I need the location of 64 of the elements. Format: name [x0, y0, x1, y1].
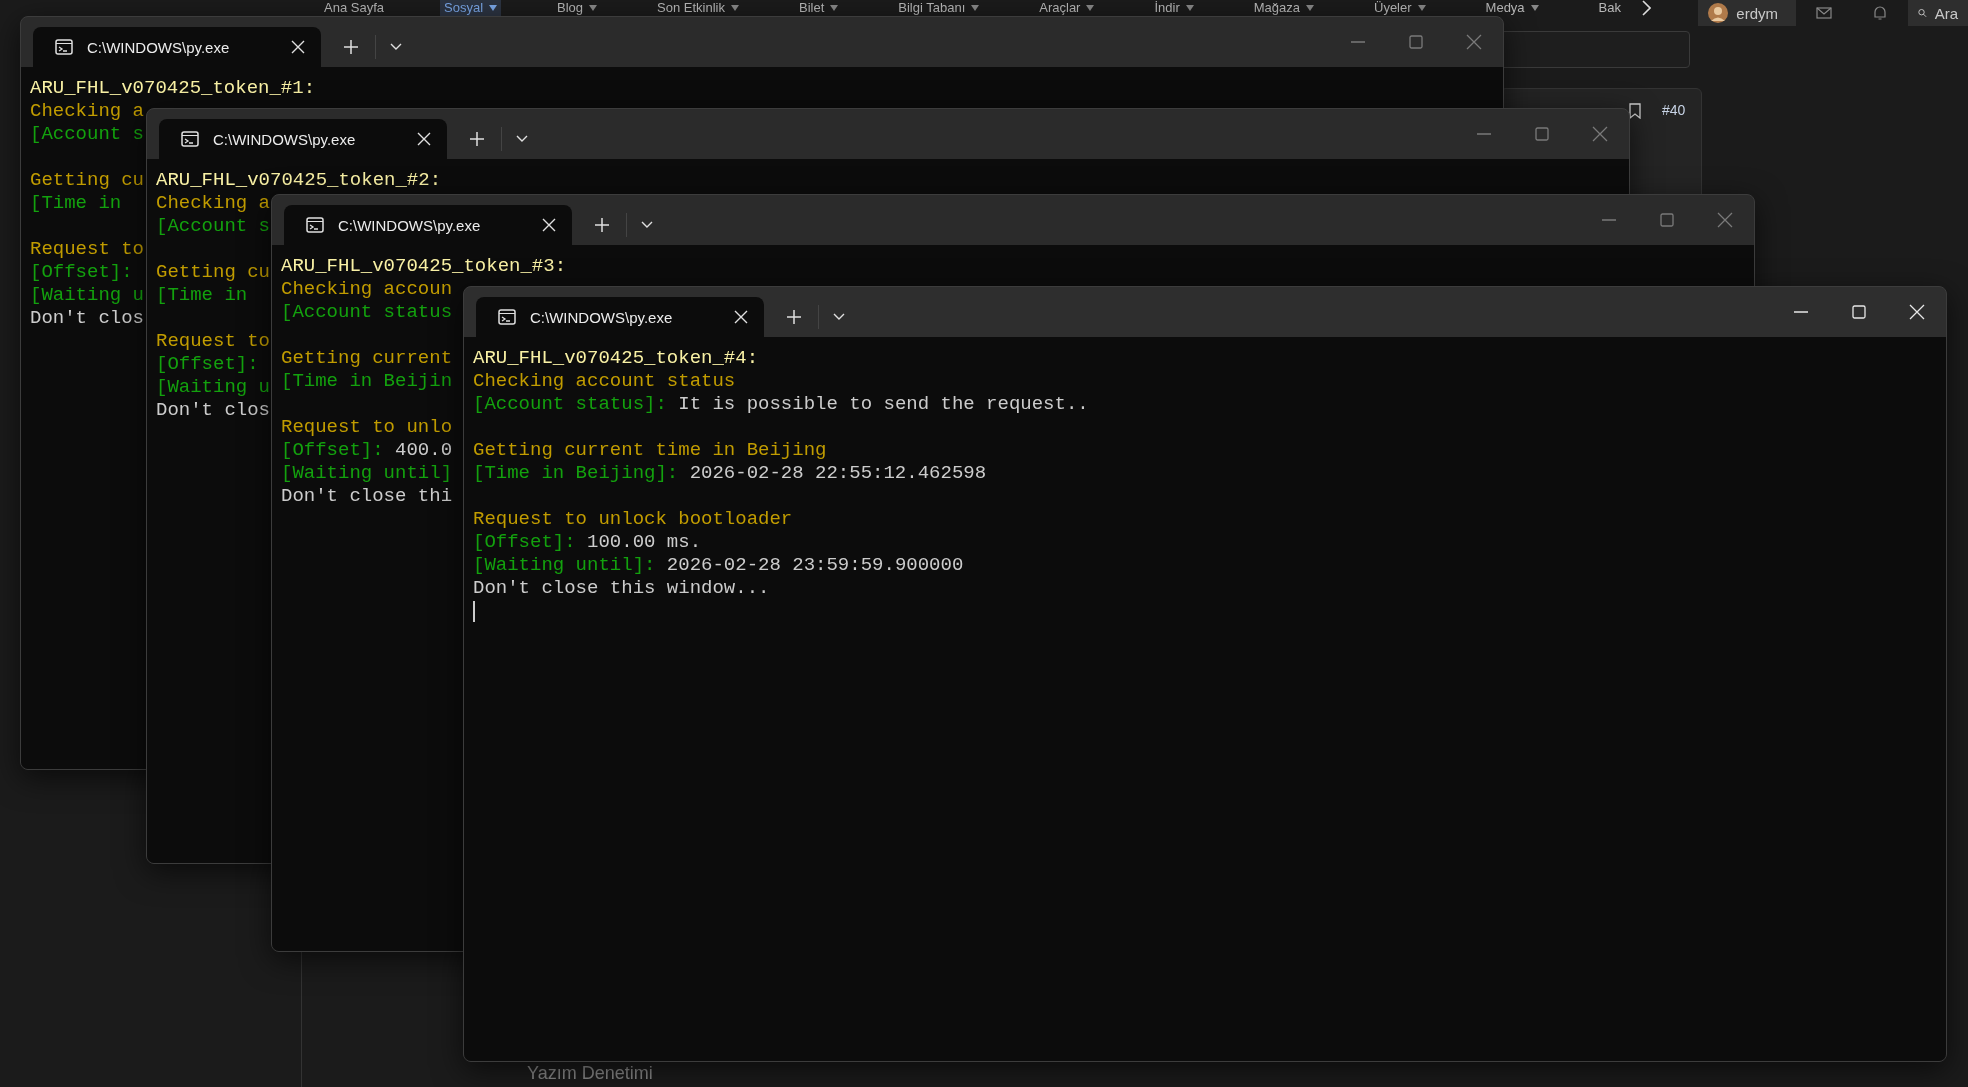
terminal-tab[interactable]: C:\WINDOWS\py.exe: [33, 27, 321, 67]
console-line: Don't close thi: [281, 485, 453, 508]
console-line: ARU_FHL_v070425_token_#1:: [30, 77, 316, 100]
console-line: Don't close this window...: [473, 577, 770, 600]
console-line: Getting current time in Beijing: [473, 439, 827, 462]
console-line: [Waiting u: [30, 284, 145, 307]
console-line: ARU_FHL_v070425_token_#4:: [473, 347, 759, 370]
nav-item[interactable]: Mağaza: [1249, 0, 1318, 16]
console-line: Checking account status: [473, 370, 736, 393]
console-line: [Offset]: 100.00 ms.: [473, 531, 702, 554]
console-line: [Account status]: It is possible to send the request..: [473, 393, 1089, 416]
console-line: [Time in Beijin: [281, 370, 453, 393]
chevron-right-icon[interactable]: [1641, 0, 1651, 16]
console-line: [Offset]:: [156, 353, 259, 376]
terminal-tab[interactable]: C:\WINDOWS\py.exe: [159, 119, 447, 159]
nav-item[interactable]: Ana Sayfa: [320, 0, 388, 16]
post-number[interactable]: #40: [1662, 102, 1686, 118]
terminal-icon: [498, 309, 516, 325]
console-line: Don't clos: [30, 307, 145, 330]
console-line: Checking accoun: [281, 278, 453, 301]
console-line: [Account s: [156, 215, 271, 238]
terminal-icon: [55, 39, 73, 55]
terminal-icon: [306, 217, 324, 233]
nav-item[interactable]: Üyeler: [1370, 0, 1430, 16]
console-line: Checking a: [156, 192, 271, 215]
avatar-icon: [1708, 3, 1729, 23]
user-menu[interactable]: erdym: [1698, 0, 1796, 26]
terminal-tab[interactable]: C:\WINDOWS\py.exe: [284, 205, 572, 245]
console-line: [Time in Beijing]: 2026-02-28 22:55:12.462598: [473, 462, 987, 485]
console-line: Request to unlock bootloader: [473, 508, 793, 531]
nav-item[interactable]: İndir: [1150, 0, 1198, 16]
console-line: [Time in: [30, 192, 122, 215]
console-line: [Waiting until]: [281, 462, 453, 485]
nav-item[interactable]: Bilgi Tabanı: [894, 0, 984, 16]
console-line: ARU_FHL_v070425_token_#2:: [156, 169, 442, 192]
console-line: Getting current: [281, 347, 453, 370]
console-line: [Offset]: 400.0: [281, 439, 453, 462]
mail-icon[interactable]: [1816, 5, 1832, 21]
console-line: [Account s: [30, 123, 145, 146]
bookmark-icon[interactable]: [1629, 103, 1641, 119]
console-line: [Account status: [281, 301, 453, 324]
terminal-tab[interactable]: C:\WINDOWS\py.exe: [476, 297, 764, 337]
console-line: [Waiting until]: 2026-02-28 23:59:59.900000: [473, 554, 964, 577]
console-line: Getting cu: [156, 261, 271, 284]
nav-item[interactable]: Sosyal: [440, 0, 502, 16]
console-line: [Offset]:: [30, 261, 133, 284]
search-button[interactable]: Ara: [1908, 0, 1968, 26]
console-line: Don't clos: [156, 399, 271, 422]
nav-item[interactable]: Son Etkinlik: [653, 0, 743, 16]
nav-item[interactable]: Blog: [553, 0, 602, 16]
console-line: Request to unlo: [281, 416, 453, 439]
terminal-icon: [181, 131, 199, 147]
console-line: [Waiting u: [156, 376, 271, 399]
console-line: Request to: [156, 330, 271, 353]
nav-item[interactable]: Medya: [1481, 0, 1543, 16]
nav-item[interactable]: Bilet: [795, 0, 843, 16]
nav-item[interactable]: Araçlar: [1035, 0, 1099, 16]
console-line: Getting cu: [30, 169, 145, 192]
console-line: Checking a: [30, 100, 145, 123]
console-line: ARU_FHL_v070425_token_#3:: [281, 255, 567, 278]
nav-item[interactable]: Bak: [1594, 0, 1625, 16]
console-line: Request to: [30, 238, 145, 261]
bell-icon[interactable]: [1872, 5, 1888, 21]
console-line: [Time in: [156, 284, 248, 307]
